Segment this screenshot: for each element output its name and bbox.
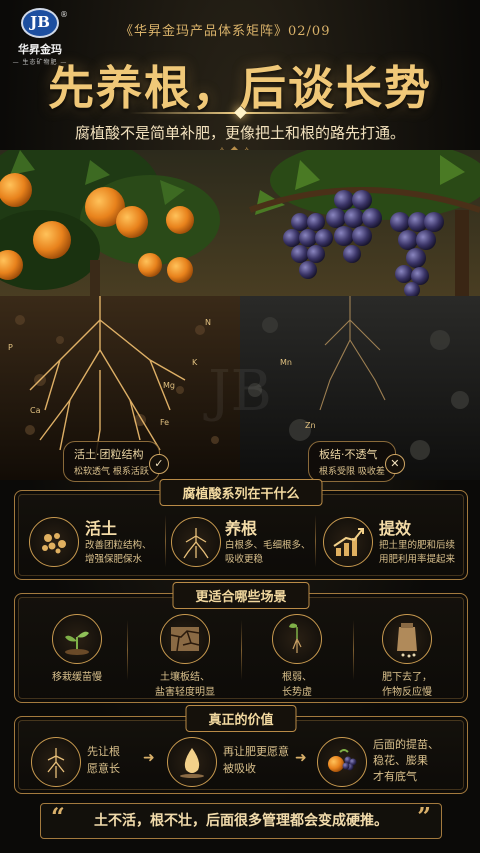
registered-mark: ® <box>60 10 68 19</box>
scenario-text-line: 长势虚 <box>282 687 312 698</box>
value-text-line: 后面的提苗、 <box>373 738 439 751</box>
section-heading: 更适合哪些场景 <box>172 582 310 609</box>
logo-mark: JB <box>21 8 59 38</box>
scenario-transplant: 移栽缓苗慢 <box>27 614 127 685</box>
root-icon <box>31 737 81 787</box>
value-text-line: 才有底气 <box>373 770 417 783</box>
arrow-right-icon: ➜ <box>295 750 307 766</box>
section-what-it-does: 腐植酸系列在干什么 活土 改善团粒结构、 增强保肥保水 养根 白根多、毛细根多、… <box>14 479 468 580</box>
value-step-1: 先让根 愿意长 <box>87 743 120 777</box>
poster: JB ® 华昇金玛 — 生态矿物肥 — 《华昇金玛产品体系矩阵》02/09 先养… <box>0 0 480 853</box>
scenario-text: 移栽缓苗慢 <box>52 672 102 683</box>
item-title: 提效 <box>379 519 412 538</box>
close-quote-mark: ” <box>417 802 431 831</box>
tag-subtitle: 松软透气 根系活跃 <box>74 467 149 477</box>
cracked-soil-icon <box>160 614 210 664</box>
arrow-right-icon: ➜ <box>143 750 155 766</box>
item-desc-line: 增强保肥保水 <box>85 554 143 565</box>
section-scenarios: 更适合哪些场景 移栽缓苗慢 土壤板结、 盐害轻度明显 根弱、 长势虚 肥下去了，… <box>14 582 468 703</box>
value-step-3: 后面的提苗、 稳花、膨果 才有底气 <box>373 737 439 785</box>
scenario-text-line: 盐害轻度明显 <box>155 687 215 698</box>
value-text-line: 稳花、膨果 <box>373 754 428 767</box>
section-heading: 真正的价值 <box>185 705 297 732</box>
nutrient-label: K <box>192 358 198 367</box>
value-text-line: 先让根 <box>87 745 120 758</box>
hero-scene: P N K Mg Ca Fe Mn Zn JB <box>0 150 480 480</box>
nutrient-label: Zn <box>305 421 316 430</box>
nutrient-label: Mg <box>163 381 175 390</box>
item-desc-line: 改善团粒结构、 <box>85 540 152 551</box>
divider <box>353 620 354 680</box>
open-quote-mark: “ <box>51 802 65 831</box>
item-activate-soil: 活土 改善团粒结构、 增强保肥保水 <box>85 515 152 567</box>
divider <box>241 620 242 680</box>
seedling-icon <box>52 614 102 664</box>
fruit-icon <box>317 737 367 787</box>
tag-subtitle: 根系受限 吸收差 <box>319 467 385 477</box>
closing-quote: “ 土不活，根不壮，后面很多管理都会变成硬推。 ” <box>40 802 442 839</box>
item-desc-line: 把土里的肥和后续 <box>379 540 456 551</box>
nutrient-label: P <box>8 343 13 352</box>
healthy-soil-tag: 活土·团粒结构 松软透气 根系活跃 ✓ <box>63 441 169 482</box>
cross-icon: ✕ <box>384 454 405 474</box>
nutrient-label: Fe <box>160 418 169 427</box>
divider <box>315 515 316 567</box>
nutrient-label: Ca <box>30 406 41 415</box>
droplet-icon <box>167 737 217 787</box>
divider <box>127 620 128 680</box>
check-icon: ✓ <box>148 454 169 474</box>
fertilizer-bag-icon <box>382 614 432 664</box>
scenario-text-line: 根弱、 <box>282 672 312 683</box>
watermark-icon: JB <box>203 359 272 424</box>
compacted-soil-tag: 板结·不透气 根系受限 吸收差 ✕ <box>308 441 405 482</box>
item-boost-efficiency: 提效 把土里的肥和后续 用肥利用率提起来 <box>379 515 455 567</box>
scenario-weak-roots: 根弱、 长势虚 <box>247 614 347 700</box>
value-text-line: 被吸收 <box>223 762 256 775</box>
section-heading: 腐植酸系列在干什么 <box>159 479 323 506</box>
series-label: 《华昇金玛产品体系矩阵》02/09 <box>120 24 331 39</box>
value-text-line: 愿意长 <box>87 762 120 775</box>
quote-text: 土不活，根不壮，后面很多管理都会变成硬推。 <box>94 813 388 829</box>
item-desc-line: 白根多、毛细根多、 <box>225 540 311 551</box>
value-text-line: 再让肥更愿意 <box>223 745 289 758</box>
roots-icon <box>171 517 221 567</box>
scenario-slow-response: 肥下去了， 作物反应慢 <box>357 614 457 700</box>
growth-chart-icon <box>323 517 373 567</box>
item-nourish-roots: 养根 白根多、毛细根多、 吸收更稳 <box>225 515 311 567</box>
tag-title: 活土·团粒结构 <box>74 448 144 461</box>
value-step-2: 再让肥更愿意 被吸收 <box>223 743 289 777</box>
scenario-compacted-soil: 土壤板结、 盐害轻度明显 <box>135 614 235 700</box>
item-desc-line: 吸收更稳 <box>225 554 264 565</box>
scenario-text-line: 作物反应慢 <box>382 687 432 698</box>
item-desc-line: 用肥利用率提起来 <box>379 554 456 565</box>
section-true-value: 真正的价值 先让根 愿意长 ➜ 再让肥更愿意 被吸收 ➜ 后面的提苗、 稳花、膨… <box>14 705 468 794</box>
divider <box>165 515 166 567</box>
weak-root-icon <box>272 614 322 664</box>
tag-title: 板结·不透气 <box>319 448 378 461</box>
nutrient-label: N <box>205 318 211 327</box>
page-subtitle: 腐植酸不是简单补肥，更像把土和根的路先打通。 <box>74 124 405 142</box>
soil-granules-icon <box>29 517 79 567</box>
hero-illustration: P N K Mg Ca Fe Mn Zn JB 活土·团粒结构 松软透气 根系活… <box>0 150 480 482</box>
scenario-text-line: 肥下去了， <box>382 672 432 683</box>
nutrient-label: Mn <box>280 358 292 367</box>
item-title: 养根 <box>225 519 258 538</box>
scenario-text-line: 土壤板结、 <box>160 672 210 683</box>
item-title: 活土 <box>85 519 118 538</box>
